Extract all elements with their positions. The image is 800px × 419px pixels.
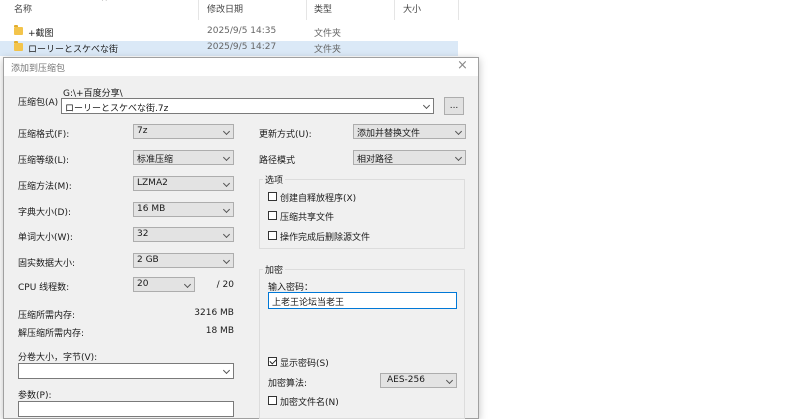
dialog-titlebar[interactable]: 添加到压缩包 × [4, 58, 478, 76]
close-icon[interactable]: × [457, 58, 468, 73]
file-row[interactable]: +截图 2025/9/5 14:35 文件夹 [0, 25, 458, 40]
chevron-down-icon [222, 153, 231, 162]
chevron-down-icon [222, 127, 231, 136]
word-value: 32 [137, 229, 149, 239]
split-size-combo[interactable] [18, 363, 234, 379]
column-header-size[interactable]: 大小 [403, 2, 421, 15]
column-divider[interactable] [458, 0, 459, 20]
shared-files-option[interactable]: 压缩共享文件 [268, 210, 458, 223]
file-type: 文件夹 [314, 45, 342, 55]
split-label: 分卷大小，字节(V): [18, 353, 98, 363]
sfx-label: 创建自释放程序(X) [280, 194, 357, 204]
enc-method-label: 加密算法: [268, 379, 308, 389]
enc-method-value: AES-256 [387, 375, 425, 385]
format-label: 压缩格式(F): [18, 130, 70, 140]
dict-label: 字典大小(D): [18, 208, 71, 218]
column-divider[interactable] [306, 0, 307, 20]
format-value: 7z [137, 126, 148, 136]
params-label: 参数(P): [18, 391, 52, 401]
column-divider[interactable] [198, 0, 199, 20]
path-mode-label: 路径模式 [259, 156, 296, 166]
password-input[interactable]: 上老王论坛当老王 [268, 292, 457, 309]
file-explorer: ^ 名称 修改日期 类型 大小 +截图 2025/9/5 14:35 文件夹 ロ… [0, 0, 800, 60]
options-group-title: 选项 [263, 173, 286, 186]
chevron-down-icon [183, 280, 192, 289]
password-value: 上老王论坛当老王 [272, 298, 345, 308]
show-password-label: 显示密码(S) [280, 359, 329, 369]
chevron-down-icon[interactable] [222, 366, 231, 375]
path-mode-value: 相对路径 [357, 155, 394, 165]
chevron-down-icon [222, 179, 231, 188]
shared-files-label: 压缩共享文件 [280, 213, 335, 223]
word-label: 单词大小(W): [18, 233, 73, 243]
chevron-down-icon [454, 153, 463, 162]
mem-decomp-value: 18 MB [205, 326, 234, 336]
column-header-name[interactable]: 名称 [14, 2, 32, 15]
delete-after-label: 操作完成后删除源文件 [280, 233, 371, 243]
chevron-down-icon [222, 256, 231, 265]
chevron-down-icon [454, 127, 463, 136]
file-name: ローリーとスケべな街 [28, 45, 119, 55]
chevron-down-icon [445, 376, 454, 385]
file-date: 2025/9/5 14:35 [207, 26, 277, 36]
archive-name-combo[interactable]: ローリーとスケべな街.7z [61, 98, 434, 114]
add-to-archive-dialog: 添加到压缩包 × 压缩包(A) G:\+百度分享\ ローリーとスケべな街.7z … [3, 57, 479, 419]
folder-icon [14, 41, 23, 51]
file-date: 2025/9/5 14:27 [207, 42, 277, 52]
threads-value: 20 [137, 279, 149, 289]
method-select[interactable]: LZMA2 [133, 176, 234, 191]
method-label: 压缩方法(M): [18, 182, 72, 192]
chevron-down-icon [222, 230, 231, 239]
sfx-checkbox[interactable] [268, 192, 277, 201]
level-label: 压缩等级(L): [18, 156, 70, 166]
threads-label: CPU 线程数: [18, 283, 70, 293]
file-row-selected[interactable]: ローリーとスケべな街 2025/9/5 14:27 文件夹 [0, 41, 458, 56]
dialog-title: 添加到压缩包 [11, 64, 66, 74]
encryption-group-title: 加密 [263, 263, 286, 276]
threads-max: / 20 [216, 280, 234, 290]
delete-after-option[interactable]: 操作完成后删除源文件 [268, 230, 458, 243]
show-password-option[interactable]: 显示密码(S) [268, 356, 388, 369]
column-header-type[interactable]: 类型 [314, 2, 332, 15]
mem-comp-value: 3216 MB [194, 308, 234, 318]
path-mode-select[interactable]: 相对路径 [353, 150, 466, 165]
column-header-date[interactable]: 修改日期 [207, 2, 243, 15]
level-value: 标准压缩 [137, 155, 174, 165]
solid-value: 2 GB [137, 255, 159, 265]
dict-select[interactable]: 16 MB [133, 202, 234, 217]
mem-comp-label: 压缩所需内存: [18, 311, 76, 321]
column-divider[interactable] [394, 0, 395, 20]
update-label: 更新方式(U): [259, 130, 312, 140]
folder-icon [14, 25, 23, 35]
update-value: 添加并替换文件 [357, 129, 421, 139]
params-input[interactable] [18, 401, 234, 417]
delete-after-checkbox[interactable] [268, 231, 277, 240]
browse-button[interactable]: ... [444, 97, 464, 115]
enc-filenames-checkbox[interactable] [268, 396, 277, 405]
show-password-checkbox[interactable] [268, 357, 277, 366]
enc-method-select[interactable]: AES-256 [380, 373, 457, 388]
mem-decomp-label: 解压缩所需内存: [18, 329, 85, 339]
solid-select[interactable]: 2 GB [133, 253, 234, 268]
archive-name-value: ローリーとスケべな街.7z [65, 104, 169, 114]
format-select[interactable]: 7z [133, 124, 234, 139]
sfx-option[interactable]: 创建自释放程序(X) [268, 191, 458, 204]
file-type: 文件夹 [314, 29, 342, 39]
enc-filenames-option[interactable]: 加密文件名(N) [268, 395, 388, 408]
shared-files-checkbox[interactable] [268, 211, 277, 220]
level-select[interactable]: 标准压缩 [133, 150, 234, 165]
file-name: +截图 [28, 29, 54, 39]
update-select[interactable]: 添加并替换文件 [353, 124, 466, 139]
sort-arrow-icon: ^ [101, 0, 108, 6]
threads-select[interactable]: 20 [133, 277, 195, 292]
word-select[interactable]: 32 [133, 227, 234, 242]
method-value: LZMA2 [137, 178, 168, 188]
chevron-down-icon[interactable] [422, 101, 431, 110]
enc-filenames-label: 加密文件名(N) [280, 398, 339, 408]
dict-value: 16 MB [137, 204, 166, 214]
archive-label: 压缩包(A) [18, 98, 59, 108]
solid-label: 固实数据大小: [18, 259, 76, 269]
chevron-down-icon [222, 205, 231, 214]
